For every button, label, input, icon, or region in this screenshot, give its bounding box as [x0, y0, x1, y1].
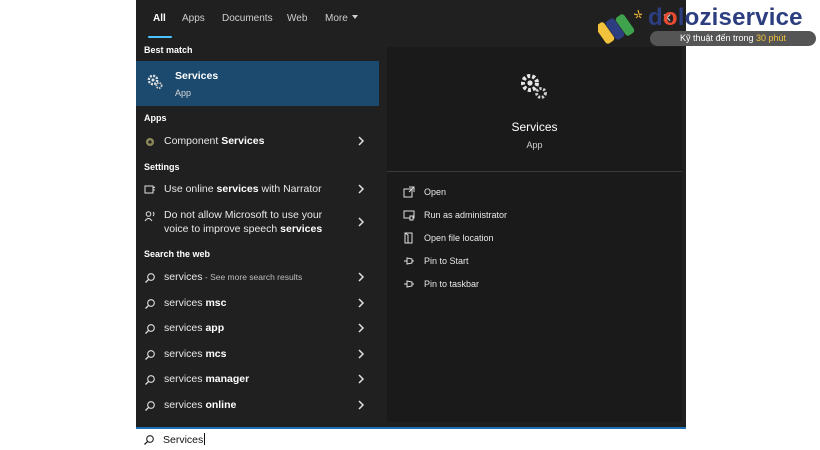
watermark-brand: doloziservice: [648, 4, 803, 31]
action-pin-to-taskbar[interactable]: Pin to taskbar: [403, 276, 673, 294]
component-services-icon: [146, 138, 154, 146]
logo-mark-icon: [598, 9, 643, 44]
section-settings: Settings: [144, 162, 180, 172]
chevron-right-icon: [358, 272, 365, 282]
web-result[interactable]: services msc: [136, 293, 379, 315]
web-result-label: services online: [164, 399, 237, 411]
best-match-item[interactable]: Services App: [136, 61, 379, 106]
chevron-right-icon: [358, 349, 365, 359]
services-gear-icon: [147, 74, 163, 89]
setting-item-speech[interactable]: Do not allow Microsoft to use your voice…: [136, 205, 379, 239]
setting-item-label-line2: voice to improve speech services: [164, 223, 323, 235]
search-icon: [145, 350, 155, 360]
section-apps: Apps: [144, 113, 167, 123]
action-pin-to-start[interactable]: Pin to Start: [403, 253, 673, 271]
chevron-right-icon: [358, 136, 365, 146]
chevron-down-icon: [351, 15, 358, 19]
detail-pane: Services App Open Run as administrator O…: [387, 47, 682, 422]
web-result-label: services app: [164, 322, 225, 334]
speech-icon: [144, 211, 155, 222]
action-open[interactable]: Open: [403, 184, 673, 202]
tab-web[interactable]: Web: [287, 13, 307, 24]
search-icon: [145, 401, 155, 411]
run-as-admin-icon: [403, 210, 415, 221]
best-match-title: Services: [175, 70, 219, 82]
chevron-right-icon: [358, 217, 365, 227]
action-label: Open file location: [424, 233, 494, 243]
action-label: Open: [424, 187, 447, 197]
web-result[interactable]: services online: [136, 395, 379, 417]
web-result-label: services mcs: [164, 348, 227, 360]
file-location-icon: [404, 232, 413, 244]
section-best-match: Best match: [144, 45, 193, 55]
chevron-right-icon: [358, 323, 365, 333]
chevron-right-icon: [358, 184, 365, 194]
tab-apps[interactable]: Apps: [182, 13, 205, 24]
action-label: Run as administrator: [424, 210, 508, 220]
chevron-right-icon: [358, 374, 365, 384]
setting-item-label-line1: Do not allow Microsoft to use your: [164, 209, 323, 221]
divider: [387, 171, 682, 172]
tab-more-label: More: [325, 13, 348, 24]
best-match-type: App: [175, 88, 192, 98]
detail-title: Services: [511, 120, 558, 134]
narrator-icon: [144, 185, 156, 194]
search-icon: [145, 324, 155, 334]
open-icon: [403, 186, 415, 198]
search-icon: [145, 299, 155, 309]
web-result-label: services manager: [164, 373, 250, 385]
search-icon: [145, 273, 155, 283]
chevron-right-icon: [358, 400, 365, 410]
setting-item-narrator[interactable]: Use online services with Narrator: [136, 179, 379, 201]
web-result-label: services msc: [164, 297, 227, 309]
search-input[interactable]: Services: [136, 427, 686, 450]
chevron-right-icon: [358, 298, 365, 308]
search-icon: [144, 435, 154, 445]
web-result[interactable]: services - See more search results: [136, 267, 379, 289]
pin-icon: [404, 280, 414, 288]
web-result[interactable]: services mcs: [136, 344, 379, 366]
section-search-web: Search the web: [144, 249, 211, 259]
web-result[interactable]: services app: [136, 318, 379, 340]
tab-all[interactable]: All: [153, 13, 166, 24]
services-gear-icon: [521, 74, 547, 99]
watermark-tagline: Kỹ thuật đến trong 30 phút: [650, 31, 816, 46]
tab-more[interactable]: More: [325, 13, 358, 24]
app-item-label: Component Services: [164, 135, 265, 147]
web-result[interactable]: services manager: [136, 369, 379, 391]
web-result-label: services - See more search results: [164, 271, 303, 283]
search-icon: [145, 375, 155, 385]
active-tab-indicator: [148, 36, 172, 38]
start-search-panel: All Apps Documents Web More ✕ Best match…: [136, 0, 686, 427]
app-item-component-services[interactable]: Component Services: [136, 131, 379, 153]
pin-icon: [404, 257, 414, 265]
action-run-as-administrator[interactable]: Run as administrator: [403, 207, 673, 225]
watermark-logo: doloziservice Kỹ thuật đến trong 30 phút: [598, 2, 820, 48]
action-open-file-location[interactable]: Open file location: [403, 230, 673, 248]
action-label: Pin to taskbar: [424, 279, 480, 289]
search-input-value: Services: [163, 433, 206, 446]
detail-type: App: [526, 140, 543, 150]
action-label: Pin to Start: [424, 256, 469, 266]
tab-documents[interactable]: Documents: [222, 13, 273, 24]
results-list: Best match Services App Apps Component S…: [136, 40, 379, 427]
setting-item-label: Use online services with Narrator: [164, 183, 322, 195]
text-caret: [204, 433, 206, 445]
